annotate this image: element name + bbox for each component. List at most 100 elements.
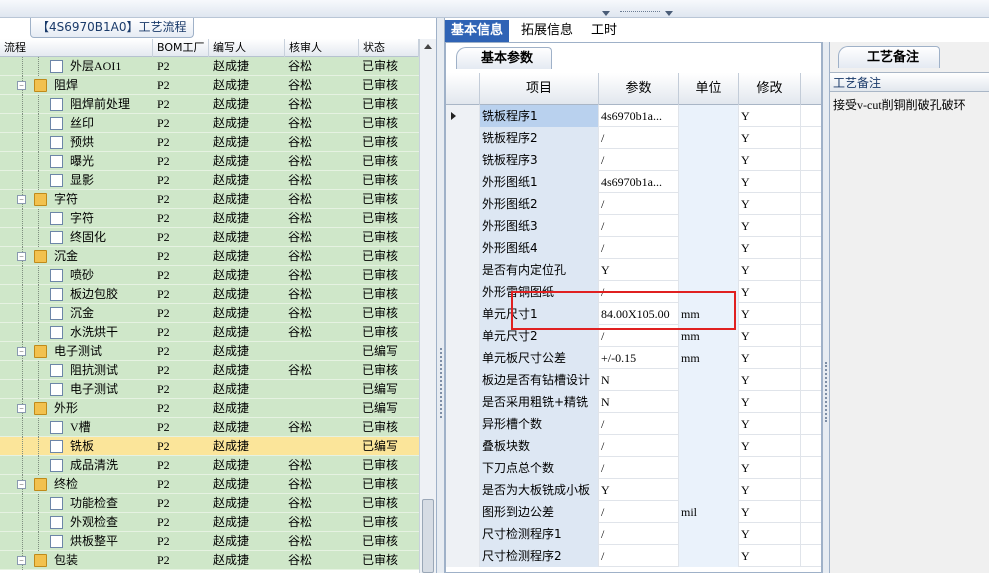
- param-unit[interactable]: [679, 457, 739, 479]
- param-modify[interactable]: Y: [739, 149, 801, 171]
- expand-toggle-icon[interactable]: −: [17, 347, 26, 356]
- param-unit[interactable]: mm: [679, 347, 739, 369]
- param-unit[interactable]: [679, 479, 739, 501]
- param-modify[interactable]: Y: [739, 545, 801, 567]
- param-value[interactable]: /: [599, 457, 679, 479]
- scroll-thumb[interactable]: [422, 499, 434, 573]
- param-modify[interactable]: Y: [739, 501, 801, 523]
- subtab-basic-params[interactable]: 基本参数: [456, 47, 553, 69]
- param-item[interactable]: 外形图纸4: [480, 237, 599, 259]
- param-item[interactable]: 铣板程序2: [480, 127, 599, 149]
- tree-row[interactable]: − 终检 P2 赵成捷 谷松 已审核: [0, 475, 419, 494]
- notes-text[interactable]: 接受v-cut削铜削破孔破环: [833, 96, 966, 113]
- right-splitter[interactable]: [822, 42, 829, 573]
- header-unit[interactable]: 单位: [679, 73, 739, 105]
- tree-row[interactable]: 曝光 P2 赵成捷 谷松 已审核: [0, 152, 419, 171]
- param-modify[interactable]: Y: [739, 237, 801, 259]
- param-modify[interactable]: Y: [739, 281, 801, 303]
- param-value[interactable]: 4s6970b1a...: [599, 171, 679, 193]
- param-item[interactable]: 外形图纸2: [480, 193, 599, 215]
- tree-row[interactable]: 电子测试 P2 赵成捷 已编写: [0, 380, 419, 399]
- param-item[interactable]: 尺寸检测程序2: [480, 545, 599, 567]
- params-row[interactable]: 是否采用粗铣+精铣 N Y: [446, 391, 821, 413]
- tree-row[interactable]: 丝印 P2 赵成捷 谷松 已审核: [0, 114, 419, 133]
- param-value[interactable]: /: [599, 435, 679, 457]
- param-unit[interactable]: [679, 545, 739, 567]
- param-unit[interactable]: [679, 523, 739, 545]
- param-unit[interactable]: [679, 215, 739, 237]
- row-indicator[interactable]: [446, 281, 480, 303]
- param-unit[interactable]: [679, 149, 739, 171]
- param-item[interactable]: 是否采用粗铣+精铣: [480, 391, 599, 413]
- param-item[interactable]: 是否为大板铣成小板: [480, 479, 599, 501]
- tree-row[interactable]: − 包装 P2 赵成捷 谷松 已审核: [0, 551, 419, 570]
- row-indicator[interactable]: [446, 435, 480, 457]
- row-indicator[interactable]: [446, 347, 480, 369]
- param-item[interactable]: 尺寸检测程序1: [480, 523, 599, 545]
- param-unit[interactable]: [679, 413, 739, 435]
- param-modify[interactable]: Y: [739, 303, 801, 325]
- param-value[interactable]: N: [599, 369, 679, 391]
- param-modify[interactable]: Y: [739, 391, 801, 413]
- tree-row[interactable]: − 沉金 P2 赵成捷 谷松 已审核: [0, 247, 419, 266]
- param-value[interactable]: /: [599, 149, 679, 171]
- params-row[interactable]: 铣板程序3/ Y: [446, 149, 821, 171]
- header-param[interactable]: 参数: [599, 73, 679, 105]
- param-value[interactable]: 4s6970b1a...: [599, 105, 679, 127]
- param-unit[interactable]: [679, 435, 739, 457]
- tree-row[interactable]: 板边包胶 P2 赵成捷 谷松 已审核: [0, 285, 419, 304]
- header-modify[interactable]: 修改: [739, 73, 801, 105]
- params-row[interactable]: 图形到边公差 / mil Y: [446, 501, 821, 523]
- param-value[interactable]: Y: [599, 259, 679, 281]
- header-item[interactable]: 项目: [480, 73, 599, 105]
- params-row[interactable]: 板边是否有钻槽设计 N Y: [446, 369, 821, 391]
- expand-toggle-icon[interactable]: −: [17, 556, 26, 565]
- collapse-arrow-icon-2[interactable]: [665, 11, 673, 16]
- row-indicator[interactable]: [446, 391, 480, 413]
- tree-row[interactable]: 阻焊前处理 P2 赵成捷 谷松 已审核: [0, 95, 419, 114]
- param-unit[interactable]: [679, 127, 739, 149]
- expand-toggle-icon[interactable]: −: [17, 480, 26, 489]
- params-row[interactable]: 单元板尺寸公差 +/-0.15 mm Y: [446, 347, 821, 369]
- row-indicator[interactable]: [446, 193, 480, 215]
- row-indicator[interactable]: [446, 149, 480, 171]
- row-indicator[interactable]: [446, 325, 480, 347]
- param-item[interactable]: 外形图纸1: [480, 171, 599, 193]
- param-item[interactable]: 异形槽个数: [480, 413, 599, 435]
- param-unit[interactable]: [679, 193, 739, 215]
- tab-basic-info[interactable]: 基本信息: [445, 20, 510, 42]
- param-value[interactable]: Y: [599, 479, 679, 501]
- tree-row[interactable]: 预烘 P2 赵成捷 谷松 已审核: [0, 133, 419, 152]
- param-item[interactable]: 板边是否有钻槽设计: [480, 369, 599, 391]
- tree-row[interactable]: − 字符 P2 赵成捷 谷松 已审核: [0, 190, 419, 209]
- row-indicator[interactable]: [446, 413, 480, 435]
- param-value[interactable]: /: [599, 193, 679, 215]
- tree-row[interactable]: V槽 P2 赵成捷 谷松 已审核: [0, 418, 419, 437]
- row-indicator[interactable]: [446, 369, 480, 391]
- header-writer[interactable]: 编写人: [209, 39, 285, 57]
- param-value[interactable]: +/-0.15: [599, 347, 679, 369]
- param-value[interactable]: N: [599, 391, 679, 413]
- param-modify[interactable]: Y: [739, 171, 801, 193]
- param-value[interactable]: /: [599, 127, 679, 149]
- param-unit[interactable]: [679, 105, 739, 127]
- tree-row[interactable]: 烘板整平 P2 赵成捷 谷松 已审核: [0, 532, 419, 551]
- expand-toggle-icon[interactable]: −: [17, 81, 26, 90]
- param-unit[interactable]: [679, 171, 739, 193]
- params-row[interactable]: 铣板程序2/ Y: [446, 127, 821, 149]
- params-row[interactable]: 是否有内定位孔 Y Y: [446, 259, 821, 281]
- param-modify[interactable]: Y: [739, 215, 801, 237]
- row-indicator[interactable]: [446, 523, 480, 545]
- param-item[interactable]: 下刀点总个数: [480, 457, 599, 479]
- param-modify[interactable]: Y: [739, 325, 801, 347]
- param-unit[interactable]: [679, 369, 739, 391]
- tree-row[interactable]: 终固化 P2 赵成捷 谷松 已审核: [0, 228, 419, 247]
- param-value[interactable]: /: [599, 501, 679, 523]
- header-status[interactable]: 状态: [359, 39, 419, 57]
- row-indicator[interactable]: [446, 501, 480, 523]
- tree-row[interactable]: 外层AOI1 P2 赵成捷 谷松 已审核: [0, 57, 419, 76]
- params-row[interactable]: 外形图纸2/ Y: [446, 193, 821, 215]
- tree-row[interactable]: 字符 P2 赵成捷 谷松 已审核: [0, 209, 419, 228]
- param-modify[interactable]: Y: [739, 413, 801, 435]
- param-item[interactable]: 外形图纸3: [480, 215, 599, 237]
